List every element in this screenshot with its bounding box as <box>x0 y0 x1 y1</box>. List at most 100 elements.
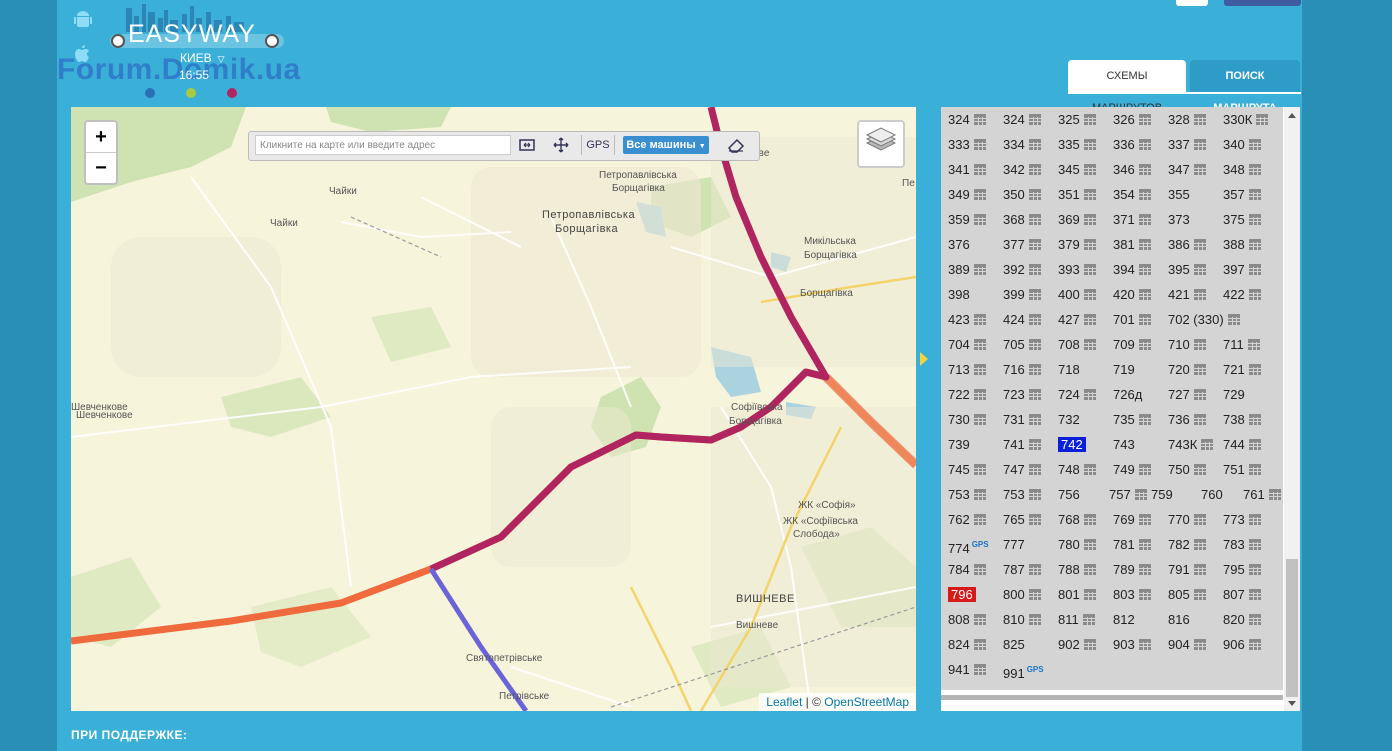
schedule-icon[interactable] <box>1028 364 1041 375</box>
route-item[interactable]: 371 <box>1113 210 1151 230</box>
route-item[interactable]: 724 <box>1058 385 1096 405</box>
route-item[interactable]: 743К <box>1168 435 1214 455</box>
route-item[interactable]: 347 <box>1168 160 1206 180</box>
route-item[interactable]: 704 <box>948 335 986 355</box>
route-item[interactable]: 903 <box>1113 635 1151 655</box>
schedule-icon[interactable] <box>1193 139 1206 150</box>
schedule-icon[interactable] <box>1248 239 1261 250</box>
schedule-icon[interactable] <box>1193 239 1206 250</box>
route-item[interactable]: 750 <box>1168 460 1206 480</box>
route-item[interactable]: 369 <box>1058 210 1096 230</box>
osm-link[interactable]: OpenStreetMap <box>824 695 909 709</box>
schedule-icon[interactable] <box>973 489 986 500</box>
route-item[interactable]: 796 <box>948 585 976 605</box>
tab-route-search[interactable]: ПОИСК МАРШРУТА <box>1190 60 1300 114</box>
address-search-input[interactable]: Кликните на карте или введите адрес <box>255 135 511 155</box>
schedule-icon[interactable] <box>1083 239 1096 250</box>
schedule-icon[interactable] <box>1028 139 1041 150</box>
schedule-icon[interactable] <box>1083 314 1096 325</box>
route-item[interactable]: 710 <box>1168 335 1206 355</box>
route-item[interactable]: 398 <box>948 285 970 305</box>
leaflet-link[interactable]: Leaflet <box>766 695 802 709</box>
zoom-in-button[interactable]: + <box>86 122 116 153</box>
schedule-icon[interactable] <box>1193 539 1206 550</box>
route-item[interactable]: 399 <box>1003 285 1041 305</box>
schedule-icon[interactable] <box>1083 264 1096 275</box>
schedule-icon[interactable] <box>1248 264 1261 275</box>
route-item[interactable]: 744 <box>1223 435 1261 455</box>
schedule-icon[interactable] <box>973 339 986 350</box>
schedule-icon[interactable] <box>1248 464 1261 475</box>
schedule-icon[interactable] <box>1028 214 1041 225</box>
route-item[interactable]: 340 <box>1223 135 1261 155</box>
route-item[interactable]: 816 <box>1168 610 1190 630</box>
route-item[interactable]: 718 <box>1058 360 1080 380</box>
schedule-icon[interactable] <box>1248 189 1261 200</box>
route-item[interactable]: 324 <box>1003 110 1041 130</box>
route-item[interactable]: 751 <box>1223 460 1261 480</box>
schedule-icon[interactable] <box>1138 264 1151 275</box>
schedule-icon[interactable] <box>1248 614 1261 625</box>
schedule-icon[interactable] <box>1028 439 1041 450</box>
route-item[interactable]: 351 <box>1058 185 1096 205</box>
schedule-icon[interactable] <box>1193 164 1206 175</box>
route-item[interactable]: 337 <box>1168 135 1206 155</box>
schedule-icon[interactable] <box>1138 139 1151 150</box>
route-item[interactable]: 357 <box>1223 185 1261 205</box>
schedule-icon[interactable] <box>1248 539 1261 550</box>
route-item[interactable]: 375 <box>1223 210 1261 230</box>
route-item[interactable]: 745 <box>948 460 986 480</box>
schedule-icon[interactable] <box>1248 564 1261 575</box>
schedule-icon[interactable] <box>973 564 986 575</box>
route-item[interactable]: 330К <box>1223 110 1269 130</box>
schedule-icon[interactable] <box>973 164 986 175</box>
route-item[interactable]: 705 <box>1003 335 1041 355</box>
route-item[interactable]: 345 <box>1058 160 1096 180</box>
eraser-icon[interactable] <box>723 135 749 155</box>
routes-scrollbar[interactable] <box>1284 107 1300 711</box>
route-item[interactable]: 760 <box>1201 485 1223 505</box>
route-item[interactable]: 368 <box>1003 210 1041 230</box>
route-item[interactable]: 729 <box>1223 385 1245 405</box>
schedule-icon[interactable] <box>973 614 986 625</box>
route-item[interactable]: 376 <box>948 235 970 255</box>
route-item[interactable]: 768 <box>1058 510 1096 530</box>
schedule-icon[interactable] <box>1083 214 1096 225</box>
schedule-icon[interactable] <box>973 264 986 275</box>
route-item[interactable]: 716 <box>1003 360 1041 380</box>
route-item[interactable]: 769 <box>1113 510 1151 530</box>
route-item[interactable]: 787 <box>1003 560 1041 580</box>
schedule-icon[interactable] <box>1083 589 1096 600</box>
route-item[interactable]: 333 <box>948 135 986 155</box>
route-item[interactable]: 801 <box>1058 585 1096 605</box>
schedule-icon[interactable] <box>1193 289 1206 300</box>
route-item[interactable]: 348 <box>1223 160 1261 180</box>
schedule-icon[interactable] <box>1028 289 1041 300</box>
route-item[interactable]: 701 <box>1113 310 1151 330</box>
schedule-icon[interactable] <box>1248 514 1261 525</box>
schedule-icon[interactable] <box>973 389 986 400</box>
route-item[interactable]: 825 <box>1003 635 1025 655</box>
schedule-icon[interactable] <box>1134 489 1147 500</box>
route-item[interactable]: 423 <box>948 310 986 330</box>
route-item[interactable]: 803 <box>1113 585 1151 605</box>
route-item[interactable]: 810 <box>1003 610 1041 630</box>
schedule-icon[interactable] <box>1083 189 1096 200</box>
schedule-icon[interactable] <box>1028 164 1041 175</box>
schedule-icon[interactable] <box>1138 464 1151 475</box>
schedule-icon[interactable] <box>1028 239 1041 250</box>
schedule-icon[interactable] <box>1028 464 1041 475</box>
route-item[interactable]: 807 <box>1223 585 1261 605</box>
route-item[interactable]: 336 <box>1113 135 1151 155</box>
schedule-icon[interactable] <box>1248 214 1261 225</box>
schedule-icon[interactable] <box>1247 339 1260 350</box>
city-selector[interactable]: КИЕВ ▽ <box>180 51 225 65</box>
schedule-icon[interactable] <box>1193 114 1206 125</box>
schedule-icon[interactable] <box>1193 564 1206 575</box>
route-item[interactable]: 395 <box>1168 260 1206 280</box>
schedule-icon[interactable] <box>973 464 986 475</box>
route-item[interactable]: 389 <box>948 260 986 280</box>
schedule-icon[interactable] <box>1201 439 1214 450</box>
schedule-icon[interactable] <box>1248 139 1261 150</box>
schedule-icon[interactable] <box>1138 539 1151 550</box>
